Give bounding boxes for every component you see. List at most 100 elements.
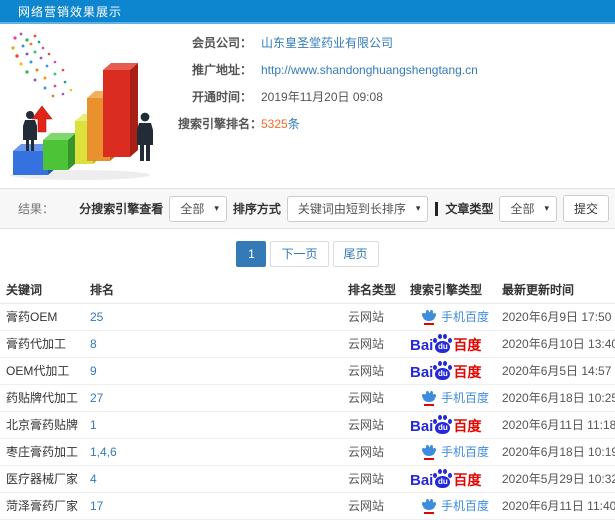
rank-type-cell: 云网站 xyxy=(342,303,404,331)
table-header-row: 关键词 排名 排名类型 搜索引擎类型 最新更新时间 xyxy=(0,276,615,304)
baidu-paw-icon xyxy=(422,391,436,406)
engine-view-label: 分搜索引擎查看 xyxy=(79,202,164,216)
baidu-logo: Bai du 百度 xyxy=(410,361,481,380)
confetti-dots xyxy=(11,32,73,98)
page-title-bar: 网络营销效果展示 xyxy=(0,0,615,24)
chevron-down-icon: ▾ xyxy=(415,203,421,213)
baidu-paw-icon xyxy=(422,310,436,325)
rank-link[interactable]: 27 xyxy=(90,391,103,405)
updated-cell: 2020年6月11日 11:18 xyxy=(496,411,615,439)
keyword-cell: 菏泽膏药厂家 xyxy=(0,492,84,520)
table-row: OEM代加工 9 云网站 手机百度 Baidu百度 2020年6月5日 14:5… xyxy=(0,357,615,385)
mobile-baidu-badge: 手机百度 xyxy=(410,443,489,460)
engine-type-cell: 手机百度 Baidu百度 xyxy=(404,303,496,331)
col-engine-type: 搜索引擎类型 xyxy=(404,276,496,304)
updated-cell: 2020年5月29日 10:32 xyxy=(496,465,615,493)
engine-view-selected: 全部 xyxy=(180,202,205,216)
engine-rank-row: 搜索引擎排名： 5325条 xyxy=(178,115,478,132)
engine-rank-label: 搜索引擎排名： xyxy=(178,117,263,131)
keyword-cell: 北京膏药贴牌 xyxy=(0,411,84,439)
col-updated: 最新更新时间 xyxy=(496,276,615,304)
baidu-logo: Bai du 百度 xyxy=(410,334,481,353)
filter-divider xyxy=(435,201,439,216)
last-page-button[interactable]: 尾页 xyxy=(332,241,379,267)
rank-link[interactable]: 1 xyxy=(90,418,97,432)
submit-button[interactable]: 提交 xyxy=(562,195,609,222)
article-type-select[interactable]: 全部 ▾ xyxy=(499,195,557,222)
mobile-baidu-badge: 手机百度 xyxy=(410,497,489,514)
engine-rank-value: 5325条 xyxy=(261,115,300,132)
table-row: 膏药代加工 8 云网站 手机百度 Baidu百度 2020年6月10日 13:4… xyxy=(0,330,615,358)
chevron-down-icon: ▾ xyxy=(214,203,219,213)
table-row: 膏药OEM 25 云网站 手机百度 Baidu百度 2020年6月9日 17:5… xyxy=(0,303,615,331)
result-label: 结果： xyxy=(18,202,55,216)
baidu-paw-icon: du xyxy=(433,361,452,380)
company-link[interactable]: 山东皇圣堂药业有限公司 xyxy=(261,34,393,51)
rank-type-cell: 云网站 xyxy=(342,384,404,412)
rank-link[interactable]: 17 xyxy=(90,499,103,513)
rank-unit: 条 xyxy=(287,117,300,131)
mobile-baidu-badge: 手机百度 xyxy=(410,389,489,406)
growth-bar-chart-illustration xyxy=(10,32,153,180)
opened-time-label: 开通时间： xyxy=(191,90,252,104)
rank-link[interactable]: 9 xyxy=(90,364,97,378)
rank-type-cell: 云网站 xyxy=(342,411,404,439)
keyword-cell: 膏药OEM xyxy=(0,303,84,331)
page-button-current[interactable]: 1 xyxy=(236,241,267,267)
rank-count: 5325 xyxy=(261,117,288,131)
rank-type-cell: 云网站 xyxy=(342,438,404,466)
mobile-baidu-badge: 手机百度 xyxy=(410,308,489,325)
rank-link[interactable]: 8 xyxy=(90,337,97,351)
col-rank-type: 排名类型 xyxy=(342,276,404,304)
hero-section: 会员公司： 山东皇圣堂药业有限公司 推广地址： http://www.shand… xyxy=(0,24,615,188)
filters: 分搜索引擎查看 全部 ▾ 排序方式 关键词由短到长排序 ▾ 文章类型 全部 ▾ … xyxy=(79,195,609,222)
promo-url-link[interactable]: http://www.shandonghuangshengtang.cn xyxy=(261,63,478,77)
updated-cell: 2020年6月5日 14:57 xyxy=(496,357,615,385)
engine-view-select[interactable]: 全部 ▾ xyxy=(169,195,227,222)
col-rank: 排名 xyxy=(84,276,342,304)
updated-cell: 2020年6月10日 13:40 xyxy=(496,330,615,358)
updated-cell: 2020年6月11日 11:40 xyxy=(496,492,615,520)
member-info: 会员公司： 山东皇圣堂药业有限公司 推广地址： http://www.shand… xyxy=(178,34,478,142)
keyword-cell: 医疗器械厂家 xyxy=(0,465,84,493)
pagination: 1 下一页 尾页 xyxy=(0,229,615,276)
results-filter-bar: 结果： 分搜索引擎查看 全部 ▾ 排序方式 关键词由短到长排序 ▾ 文章类型 全… xyxy=(0,188,615,229)
engine-type-cell: 手机百度 Baidu百度 xyxy=(404,330,496,358)
engine-type-cell: 手机百度 Baidu百度 xyxy=(404,357,496,385)
baidu-paw-icon xyxy=(422,499,436,514)
sort-select[interactable]: 关键词由短到长排序 ▾ xyxy=(286,195,429,222)
engine-type-cell: 手机百度 Baidu百度 xyxy=(404,465,496,493)
baidu-paw-icon: du xyxy=(433,415,452,434)
rank-link[interactable]: 1,4,6 xyxy=(90,445,117,459)
rank-type-cell: 云网站 xyxy=(342,357,404,385)
page-title: 网络营销效果展示 xyxy=(18,5,123,19)
updated-cell: 2020年6月9日 17:50 xyxy=(496,303,615,331)
rank-type-cell: 云网站 xyxy=(342,330,404,358)
keyword-cell: 枣庄膏药加工 xyxy=(0,438,84,466)
keyword-cell: OEM代加工 xyxy=(0,357,84,385)
baidu-logo: Bai du 百度 xyxy=(410,415,481,434)
keyword-cell: 膏药代加工 xyxy=(0,330,84,358)
rank-type-cell: 云网站 xyxy=(342,465,404,493)
article-type-selected: 全部 xyxy=(510,202,535,216)
rank-type-cell: 云网站 xyxy=(342,492,404,520)
rank-link[interactable]: 25 xyxy=(90,310,103,324)
engine-type-cell: 手机百度 Baidu百度 xyxy=(404,492,496,520)
keyword-rank-table: 关键词 排名 排名类型 搜索引擎类型 最新更新时间 膏药OEM 25 云网站 手… xyxy=(0,276,615,520)
promo-url-label: 推广地址： xyxy=(191,63,252,77)
company-label: 会员公司： xyxy=(191,36,252,50)
next-page-button[interactable]: 下一页 xyxy=(270,241,329,267)
businessman-right xyxy=(137,112,153,161)
table-row: 医疗器械厂家 4 云网站 手机百度 Baidu百度 2020年5月29日 10:… xyxy=(0,465,615,493)
bar-red xyxy=(103,63,138,157)
rank-link[interactable]: 4 xyxy=(90,472,97,486)
baidu-paw-icon xyxy=(422,445,436,460)
chevron-down-icon: ▾ xyxy=(544,203,549,213)
company-row: 会员公司： 山东皇圣堂药业有限公司 xyxy=(178,34,478,51)
table-row: 枣庄膏药加工 1,4,6 云网站 手机百度 Baidu百度 2020年6月18日… xyxy=(0,438,615,466)
baidu-logo: Bai du 百度 xyxy=(410,469,481,488)
keyword-cell: 药贴牌代加工 xyxy=(0,384,84,412)
table-row: 菏泽膏药厂家 17 云网站 手机百度 Baidu百度 2020年6月11日 11… xyxy=(0,492,615,520)
sort-label: 排序方式 xyxy=(232,202,281,216)
article-type-label: 文章类型 xyxy=(445,202,494,216)
